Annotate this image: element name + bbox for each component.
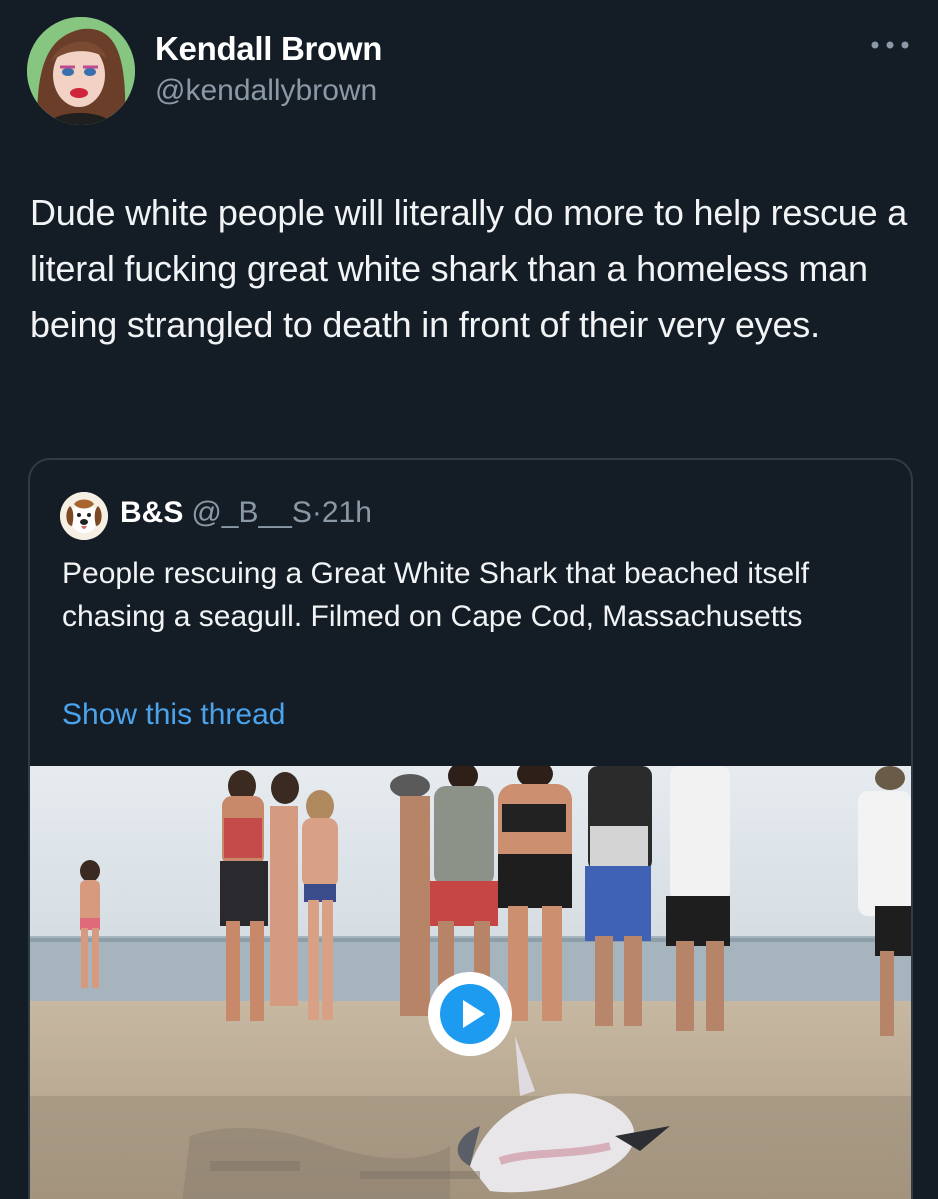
separator-dot: ·: [311, 496, 322, 529]
quoted-timestamp[interactable]: 21h: [322, 496, 372, 529]
tweet-card: Kendall Brown @kendallybrown Dude white …: [0, 0, 938, 1199]
author-avatar[interactable]: [27, 17, 135, 125]
ellipsis-icon: [871, 41, 909, 49]
quoted-header: B&S @_B__S·21h: [120, 496, 372, 530]
quoted-author-handle[interactable]: @_B__S: [191, 496, 312, 529]
quoted-text: People rescuing a Great White Shark that…: [62, 557, 810, 633]
play-video-button[interactable]: [428, 972, 512, 1056]
author-handle[interactable]: @kendallybrown: [155, 74, 377, 108]
quoted-author-name[interactable]: B&S: [120, 496, 183, 529]
more-options-button[interactable]: [868, 30, 912, 60]
author-name[interactable]: Kendall Brown: [155, 30, 382, 68]
profile-photo-icon: [27, 17, 135, 125]
play-video-icon: [440, 984, 500, 1044]
beagle-dog-icon: [60, 492, 108, 540]
show-thread-link[interactable]: Show this thread: [62, 698, 285, 732]
quoted-author-avatar[interactable]: [60, 492, 108, 540]
quoted-tweet[interactable]: B&S @_B__S·21h People rescuing a Great Wh…: [28, 458, 913, 1199]
tweet-text: Dude white people will literally do more…: [30, 192, 908, 345]
